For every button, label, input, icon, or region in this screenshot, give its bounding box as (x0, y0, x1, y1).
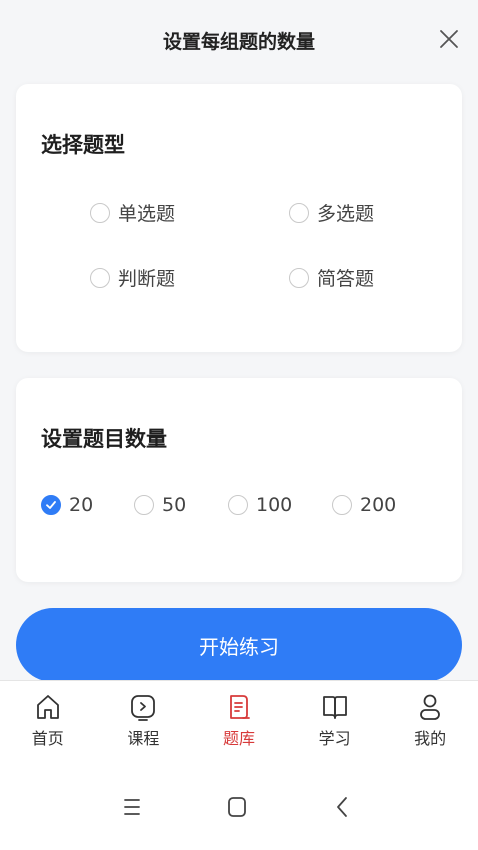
home-icon (36, 695, 59, 719)
radio-circle (90, 267, 110, 288)
radio-circle (90, 202, 110, 223)
system-navbar (0, 764, 478, 850)
radio-label: 简答题 (317, 268, 375, 290)
chevron-left-icon (337, 797, 347, 817)
radio-label: 多选题 (317, 203, 375, 225)
radio-label: 判断题 (118, 268, 176, 290)
tab-profile[interactable]: 我的 (382, 681, 478, 764)
tab-study[interactable]: 学习 (287, 681, 383, 764)
sheet-header: 设置每组题的数量 (0, 0, 478, 84)
settings-sheet: 设置每组题的数量 选择题型 单选题 多选题 判断题 简答题 设置题目数量 20 … (0, 0, 478, 680)
sheet-title: 设置每组题的数量 (162, 30, 315, 53)
tab-label: 题库 (222, 729, 255, 748)
start-practice-button[interactable]: 开始练习 (16, 608, 462, 682)
tab-label: 我的 (414, 729, 447, 748)
radio-label: 50 (162, 494, 187, 516)
tab-courses[interactable]: 课程 (96, 681, 192, 764)
menu-button[interactable] (117, 792, 147, 822)
question-type-card: 选择题型 单选题 多选题 判断题 简答题 (16, 84, 462, 352)
radio-circle-checked (41, 495, 61, 515)
menu-icon (124, 799, 140, 815)
radio-single-choice[interactable]: 单选题 (90, 199, 175, 226)
radio-label: 单选题 (118, 203, 176, 225)
checkmark-icon (46, 501, 56, 509)
radio-count-100[interactable]: 100 (228, 494, 292, 516)
radio-count-200[interactable]: 200 (332, 494, 396, 516)
radio-label: 100 (256, 494, 293, 516)
radio-true-false[interactable]: 判断题 (90, 264, 175, 291)
radio-label: 20 (69, 494, 94, 516)
tab-label: 首页 (31, 729, 64, 748)
radio-circle (134, 495, 154, 515)
question-type-title: 选择题型 (41, 133, 125, 157)
question-count-card: 设置题目数量 20 50 100 200 (16, 378, 462, 582)
tab-label: 课程 (127, 729, 160, 748)
document-icon (230, 695, 250, 719)
radio-count-50[interactable]: 50 (134, 494, 186, 516)
tab-question-bank[interactable]: 题库 (191, 681, 287, 764)
radio-circle (289, 202, 309, 223)
home-nav-button[interactable] (222, 792, 252, 822)
radio-multi-choice[interactable]: 多选题 (289, 199, 374, 226)
radio-short-answer[interactable]: 简答题 (289, 264, 374, 291)
radio-circle (289, 267, 309, 288)
user-icon (420, 694, 441, 720)
radio-count-20[interactable]: 20 (41, 494, 93, 516)
square-icon (228, 797, 246, 817)
tab-home[interactable]: 首页 (0, 681, 96, 764)
question-count-title: 设置题目数量 (41, 427, 167, 451)
close-icon (440, 30, 458, 48)
radio-circle (332, 495, 352, 515)
tab-label: 学习 (318, 729, 351, 748)
bottom-tabbar: 首页 课程 题库 学习 我的 (0, 680, 478, 764)
radio-circle (228, 495, 248, 515)
back-button[interactable] (327, 792, 357, 822)
play-icon (131, 695, 156, 721)
book-icon (322, 696, 347, 719)
radio-label: 200 (360, 494, 397, 516)
close-button[interactable] (434, 24, 464, 54)
